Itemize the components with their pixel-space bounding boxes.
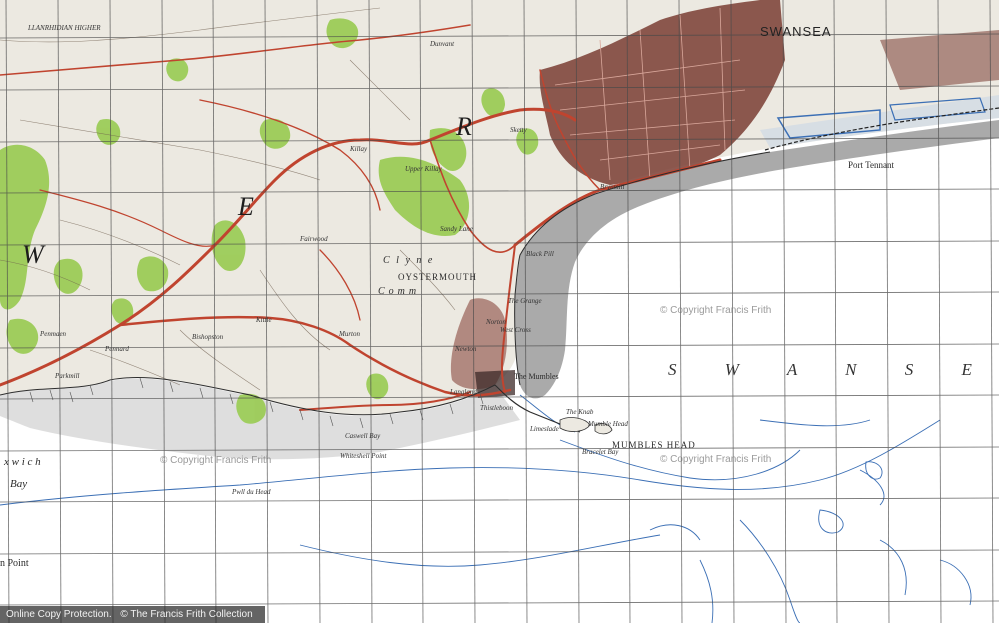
label-the-knab: The Knab [566, 408, 594, 416]
label-llanrhidian: LLANRHIDIAN HIGHER [28, 24, 101, 32]
label-letter-e: E [238, 192, 254, 221]
label-point-left: n Point [0, 558, 29, 569]
label-the-grange: The Grange [508, 297, 542, 305]
label-bracelet-bay: Bracelet Bay [582, 448, 619, 456]
label-port-tennant: Port Tennant [848, 160, 894, 170]
copyright-footer: Online Copy Protection. © The Francis Fr… [0, 606, 265, 623]
watermark: © Copyright Francis Frith [160, 455, 272, 466]
watermark: © Copyright Francis Frith [660, 454, 772, 465]
label-whiteshell-point: Whiteshell Point [340, 452, 387, 460]
label-the-mumbles: The Mumbles [514, 372, 559, 381]
label-oxwich: x w i c h [4, 456, 41, 468]
label-pennard: Pennard [105, 345, 129, 353]
label-limeslade: Limeslade [530, 425, 559, 433]
label-sketty: Sketty [510, 126, 527, 134]
footer-online-copy: Online Copy Protection. [6, 609, 112, 620]
label-bay-left: Bay [10, 478, 28, 490]
label-thistleboon: Thistleboon [480, 404, 514, 412]
label-west-cross: West Cross [500, 326, 531, 334]
label-brynmill: Brynmill [600, 183, 625, 191]
label-kittle: Kittle [256, 316, 272, 324]
label-fairwood: Fairwood [300, 235, 328, 243]
label-letter-r: R [456, 112, 472, 141]
watermark: © Copyright Francis Frith [660, 305, 772, 316]
label-upper-killay: Upper Killay [405, 165, 442, 173]
label-norton: Norton [486, 318, 506, 326]
label-penmaen: Penmaen [40, 330, 67, 338]
label-caswell-bay: Caswell Bay [345, 432, 381, 440]
label-sandy-lane: Sandy Lane [440, 225, 473, 233]
label-newton: Newton [455, 345, 477, 353]
label-mumbles-head: MUMBLES HEAD [612, 440, 696, 450]
map-canvas [0, 0, 999, 623]
label-murton: Murton [339, 330, 360, 338]
label-dunvant: Dunvant [430, 40, 455, 48]
label-clyne: C l y n e [383, 255, 435, 266]
label-parkmill: Parkmill [55, 372, 80, 380]
label-common: Comm [378, 286, 421, 297]
label-mumble-head: Mumble Head [588, 420, 628, 428]
label-blackpill: Black Pill [526, 250, 554, 258]
map-view[interactable]: SWANSEA S W A N S E A B MUMBLES HEAD OYS… [0, 0, 999, 623]
label-langland: Langland [450, 388, 477, 396]
footer-copyright: © The Francis Frith Collection [120, 609, 253, 620]
label-swansea-bay: S W A N S E A B [668, 360, 999, 379]
label-killay: Killay [350, 145, 368, 153]
label-letter-w: W [22, 240, 44, 269]
label-swansea: SWANSEA [760, 24, 832, 39]
label-pwll-du-head: Pwll du Head [232, 488, 271, 496]
label-oystermouth: OYSTERMOUTH [398, 272, 478, 282]
label-bishopston: Bishopston [192, 333, 224, 341]
